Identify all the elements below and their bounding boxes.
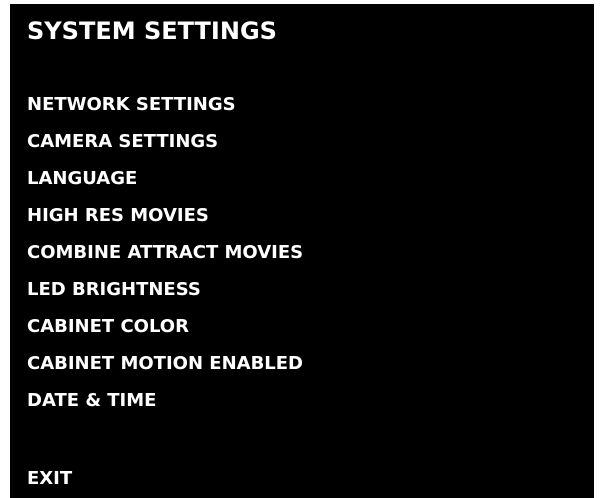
menu-item-date-time[interactable]: DATE & TIME xyxy=(27,391,303,411)
menu-item-cabinet-color[interactable]: CABINET COLOR xyxy=(27,317,303,337)
menu-item-combine-attract-movies[interactable]: COMBINE ATTRACT MOVIES xyxy=(27,243,303,263)
menu-item-cabinet-motion-enabled[interactable]: CABINET MOTION ENABLED xyxy=(27,354,303,374)
menu-item-high-res-movies[interactable]: HIGH RES MOVIES xyxy=(27,206,303,226)
exit-menu-item[interactable]: EXIT xyxy=(27,469,72,489)
menu-item-led-brightness[interactable]: LED BRIGHTNESS xyxy=(27,280,303,300)
page-title: SYSTEM SETTINGS xyxy=(27,17,277,45)
menu-item-language[interactable]: LANGUAGE xyxy=(27,169,303,189)
menu-item-camera-settings[interactable]: CAMERA SETTINGS xyxy=(27,132,303,152)
menu-item-network-settings[interactable]: NETWORK SETTINGS xyxy=(27,95,303,115)
settings-menu: NETWORK SETTINGS CAMERA SETTINGS LANGUAG… xyxy=(27,95,303,428)
system-settings-screen: SYSTEM SETTINGS NETWORK SETTINGS CAMERA … xyxy=(10,4,594,498)
